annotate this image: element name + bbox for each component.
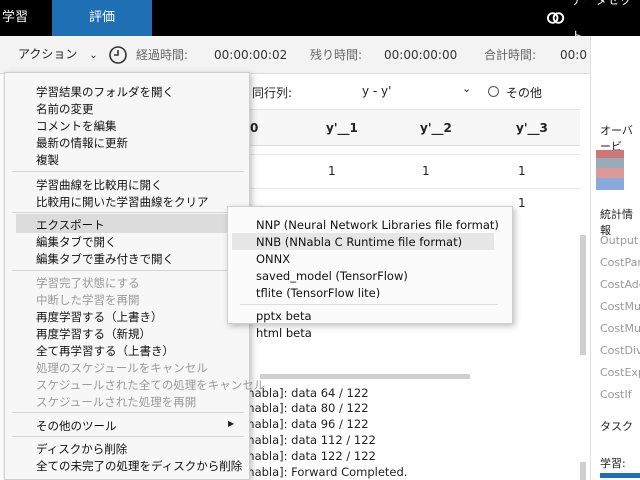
menu-item-retrain-new[interactable]: 再度学習する（新規） bbox=[36, 326, 151, 342]
menu-item-cancel-schedule[interactable]: 処理のスケジュールをキャンセル bbox=[36, 360, 208, 376]
submenu-arrow-icon: ▶ bbox=[228, 419, 235, 428]
menu-separator bbox=[12, 436, 244, 437]
stat-item: CostIf bbox=[600, 388, 632, 401]
submenu-item-onnx[interactable]: ONNX bbox=[256, 252, 290, 266]
dataset-button[interactable]: データセット bbox=[546, 0, 640, 43]
column-header: 0 bbox=[250, 121, 259, 135]
table-cell: 1 bbox=[328, 164, 336, 178]
submenu-separator bbox=[240, 304, 498, 305]
other-radio[interactable] bbox=[488, 86, 499, 97]
remaining-label: 残り時間: bbox=[310, 48, 363, 62]
chevron-down-icon: ⌄ bbox=[89, 50, 98, 61]
link-icon bbox=[546, 12, 565, 24]
stat-item: CostMu bbox=[600, 300, 640, 313]
log-line: nnabla]: data 112 / 122 bbox=[240, 433, 376, 447]
action-label: アクション bbox=[18, 47, 78, 61]
menu-item-open-edit-tab[interactable]: 編集タブで開く bbox=[36, 234, 117, 250]
remaining-value: 00:00:00:00 bbox=[384, 48, 458, 62]
menu-item-other-tools[interactable]: その他のツール bbox=[36, 418, 117, 434]
menu-separator bbox=[12, 270, 244, 271]
table-cell: 1 bbox=[422, 164, 430, 178]
menu-item-mark-complete[interactable]: 学習完了状態にする bbox=[36, 275, 140, 291]
tab-train[interactable]: 学習 bbox=[0, 0, 52, 36]
menu-separator bbox=[12, 412, 244, 413]
menu-item-retrain-overwrite[interactable]: 再度学習する（上書き） bbox=[36, 309, 163, 325]
submenu-item-nnb[interactable]: NNB (NNabla C Runtime file format) bbox=[256, 235, 462, 249]
action-button[interactable]: アクション ⌄ bbox=[0, 36, 100, 72]
log-line: nnabla]: data 80 / 122 bbox=[240, 401, 369, 415]
submenu-item-tflite[interactable]: tflite (TensorFlow lite) bbox=[256, 286, 380, 300]
train-progress bbox=[600, 473, 640, 478]
table-hscrollbar[interactable] bbox=[260, 374, 470, 379]
overview-thumbnail bbox=[596, 150, 624, 190]
menu-item-edit-comment[interactable]: コメントを編集 bbox=[36, 118, 117, 134]
menu-item-clear-curve-compare[interactable]: 比較用に開いた学習曲線をクリア bbox=[36, 194, 209, 210]
submenu-item-html[interactable]: html beta bbox=[256, 326, 312, 340]
stat-item: CostDiv bbox=[600, 344, 640, 357]
submenu-item-pptx[interactable]: pptx beta bbox=[256, 309, 312, 323]
log-line: nnabla]: data 96 / 122 bbox=[240, 417, 369, 431]
table-cell: 1 bbox=[518, 164, 526, 178]
stat-item: Output bbox=[600, 234, 639, 247]
submenu-item-saved-model[interactable]: saved_model (TensorFlow) bbox=[256, 269, 408, 283]
menu-item-duplicate[interactable]: 複製 bbox=[36, 152, 59, 168]
train-label: 学習: bbox=[600, 457, 626, 470]
menu-separator bbox=[12, 171, 244, 172]
stat-item: CostExp bbox=[600, 366, 640, 379]
stat-item: CostAdd bbox=[600, 278, 640, 291]
table-cell: 1 bbox=[518, 196, 526, 210]
menu-item-export[interactable]: エクスポート bbox=[36, 217, 105, 233]
stat-item: CostPar bbox=[600, 256, 640, 269]
column-header: y'__2 bbox=[420, 121, 452, 135]
total-value: 00:0 bbox=[560, 48, 587, 62]
column-header: y'__1 bbox=[326, 121, 358, 135]
menu-item-open-folder[interactable]: 学習結果のフォルダを開く bbox=[36, 84, 174, 100]
submenu-item-nnp[interactable]: NNP (Neural Network Libraries file forma… bbox=[256, 218, 499, 232]
menu-item-open-edit-tab-weights[interactable]: 編集タブで重み付きで開く bbox=[36, 251, 174, 267]
tab-eval[interactable]: 評価 bbox=[52, 0, 152, 36]
clock-icon bbox=[109, 46, 127, 64]
task-title: タスク bbox=[600, 420, 633, 433]
menu-separator bbox=[12, 212, 244, 213]
menu-item-rename[interactable]: 名前の変更 bbox=[36, 101, 94, 117]
matrix-label: 同行列: bbox=[252, 86, 293, 100]
row-divider bbox=[250, 154, 580, 155]
menu-item-cancel-all-schedule[interactable]: スケジュールされた全ての処理をキャンセル bbox=[36, 377, 265, 393]
total-label: 合計時間: bbox=[484, 48, 537, 62]
menu-item-open-curve-compare[interactable]: 学習曲線を比較用に開く bbox=[36, 177, 163, 193]
table-scrollbar[interactable] bbox=[580, 235, 586, 355]
menu-item-delete-disk[interactable]: ディスクから削除 bbox=[36, 441, 127, 457]
menu-item-delete-incomplete[interactable]: 全ての未完了の処理をディスクから削除 bbox=[36, 458, 242, 474]
menu-item-retrain-all[interactable]: 全て再学習する（上書き） bbox=[36, 343, 174, 359]
row-divider bbox=[250, 188, 580, 189]
elapsed-label: 経過時間: bbox=[136, 48, 189, 62]
column-header: y'__3 bbox=[516, 121, 548, 135]
stat-item: CostMu bbox=[600, 322, 640, 335]
log-scrollbar[interactable] bbox=[580, 462, 586, 480]
other-radio-label: その他 bbox=[506, 86, 543, 100]
matrix-select[interactable]: y - y' bbox=[362, 84, 391, 98]
menu-item-refresh[interactable]: 最新の情報に更新 bbox=[36, 135, 128, 151]
chevron-down-icon[interactable]: ⌄ bbox=[462, 82, 471, 95]
elapsed-value: 00:00:00:02 bbox=[214, 48, 288, 62]
menu-item-resume-schedule[interactable]: スケジュールされた処理を再開 bbox=[36, 394, 196, 410]
log-line: nnabla]: data 122 / 122 bbox=[240, 449, 376, 463]
log-line: nnabla]: Forward Completed. bbox=[240, 465, 408, 479]
menu-item-resume[interactable]: 中断した学習を再開 bbox=[36, 292, 140, 308]
